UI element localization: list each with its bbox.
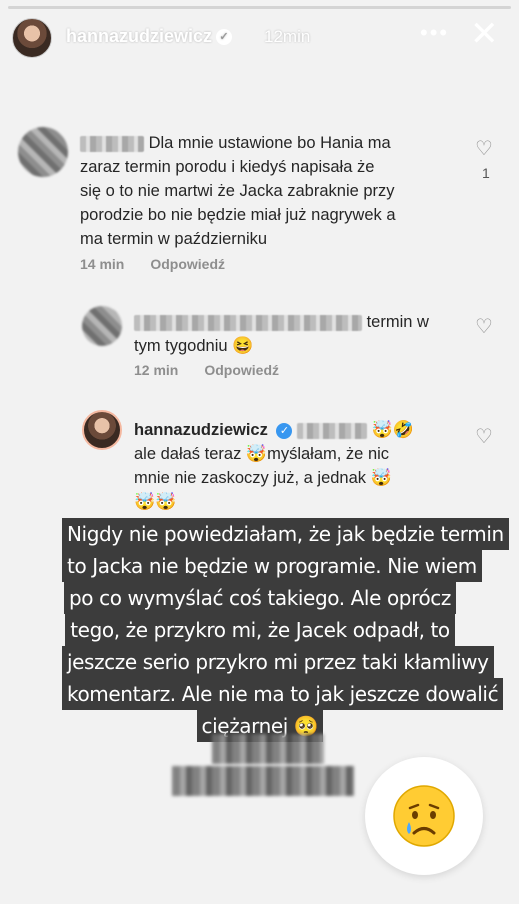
grinning-sweat-emoji-icon: 😆 (232, 336, 254, 355)
comment-2: termin w tym tygodniu 😆 (134, 310, 464, 358)
comment-text: się o to nie martwi że Jacka zabraknie p… (80, 182, 395, 200)
reply-button[interactable]: Odpowiedź (150, 256, 225, 272)
exploding-head-emoji-icon: 🤯 (245, 444, 268, 463)
story-timestamp: 12min (264, 27, 311, 46)
heart-icon[interactable]: ♡ (475, 136, 493, 161)
story-header: hannazudziewicz ✓ 12min ••• ✕ (0, 14, 519, 62)
author-reply-avatar[interactable] (82, 410, 122, 450)
comment-3: hannazudziewicz ✓ 🤯🤣 ale dałaś teraz 🤯my… (134, 418, 464, 514)
blurred-username (80, 135, 144, 152)
like-count: 1 (482, 165, 490, 181)
emoji-reaction-sticker[interactable] (365, 757, 483, 875)
close-icon[interactable]: ✕ (470, 14, 499, 54)
comment-3-line-2: ale dałaś teraz 🤯myślałam, że nic (134, 442, 464, 466)
comment-3-line-3: mnie nie zaskoczy już, a jednak 🤯 (134, 466, 464, 490)
overlay-text-line: to Jacka nie będzie w programie. Nie wie… (62, 550, 482, 582)
story-progress-bar (8, 6, 511, 9)
commenter-avatar-blurred (18, 127, 68, 177)
comment-text: myślałam, że nic (267, 445, 390, 463)
comment-2-line-1: termin w (134, 310, 464, 334)
comment-author-username[interactable]: hannazudziewicz (134, 421, 268, 439)
heart-icon[interactable]: ♡ (475, 314, 493, 339)
verified-badge-icon: ✓ (216, 29, 233, 46)
comment-text: zaraz termin porodu i kiedyś napisała że (80, 158, 375, 176)
reply-button[interactable]: Odpowiedź (204, 362, 279, 378)
verified-badge-icon: ✓ (276, 422, 293, 439)
blurred-mention (297, 422, 368, 439)
comment-2-line-2: tym tygodniu 😆 (134, 334, 464, 358)
story-author-username[interactable]: hannazudziewicz ✓ (66, 26, 233, 47)
overlay-text-line: po co wymyślać coś takiego. Ale oprócz (64, 582, 456, 614)
story-author-avatar[interactable] (12, 18, 52, 58)
comment-3-line-1: hannazudziewicz ✓ 🤯🤣 (134, 418, 464, 442)
exploding-head-emoji-icon: 🤯🤯 (134, 492, 177, 511)
overlay-text-line: Nigdy nie powiedziałam, że jak będzie te… (62, 518, 509, 550)
comment-text: ma termin w październiku (80, 230, 268, 248)
crying-face-icon (393, 785, 455, 847)
comment-time: 14 min (80, 256, 125, 272)
comment-1-line-1: Dla mnie ustawione bo Hania ma (80, 131, 460, 155)
story-text-overlay: Nigdy nie powiedziałam, że jak będzie te… (62, 518, 509, 742)
comment-3-line-4: 🤯🤯 (134, 490, 464, 514)
overlay-text-line: tego, że przykro mi, że Jacek odpadł, to (65, 614, 455, 646)
comment-text: ale dałaś teraz (134, 445, 242, 463)
exploding-head-laughing-emoji-icon: 🤯🤣 (371, 420, 414, 439)
comment-1-meta: 14 min Odpowiedź (80, 256, 251, 272)
comment-text: mnie nie zaskoczy już, a jednak (134, 469, 367, 487)
comment-text: Dla mnie ustawione bo Hania ma (148, 134, 391, 152)
heart-icon[interactable]: ♡ (475, 424, 493, 449)
comment-text: porodzie bo nie będzie miał już nagrywek… (80, 206, 396, 224)
exploding-head-emoji-icon: 🤯 (370, 468, 392, 487)
overlay-text-line: jeszcze serio przykro mi przez taki kłam… (62, 646, 494, 678)
overlay-text-line: komentarz. Ale nie ma to jak jeszcze dow… (62, 678, 504, 710)
comment-2-meta: 12 min Odpowiedź (134, 362, 305, 378)
more-horizontal-icon[interactable]: ••• (420, 20, 449, 46)
blurred-username (134, 314, 362, 331)
comment-time: 12 min (134, 362, 179, 378)
pixelated-redaction (212, 734, 324, 764)
comment-text: tym tygodniu (134, 337, 228, 355)
pixelated-redaction (172, 766, 354, 796)
comment-1: Dla mnie ustawione bo Hania ma zaraz ter… (80, 131, 460, 251)
commenter-avatar-blurred (82, 306, 122, 346)
comment-text: termin w (366, 313, 429, 331)
username-text[interactable]: hannazudziewicz (66, 26, 212, 46)
